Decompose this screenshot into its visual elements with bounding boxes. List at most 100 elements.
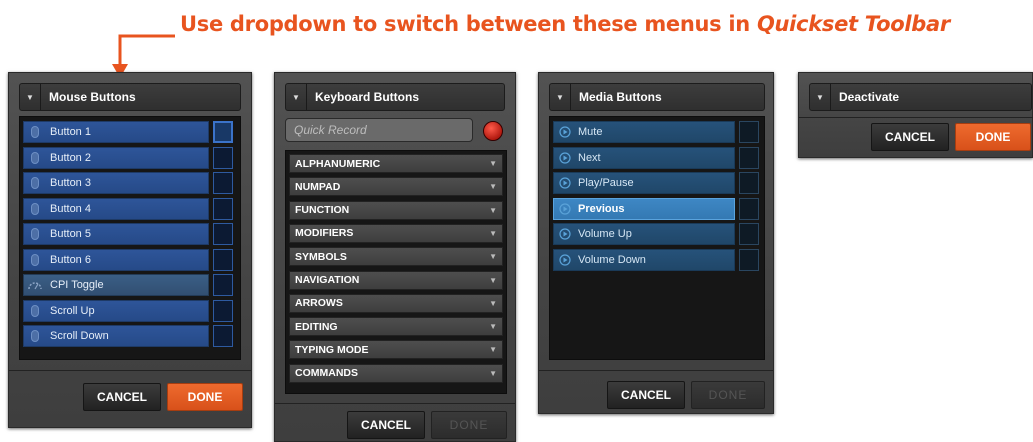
keyboard-buttons-panel: ▼ Keyboard Buttons Quick Record ALPHANUM…	[274, 72, 516, 442]
list-item[interactable]: Scroll Up	[23, 299, 233, 323]
key-category-label: ALPHANUMERIC	[295, 157, 381, 170]
list-item-label: Button 3	[50, 177, 91, 189]
done-button[interactable]: DONE	[955, 123, 1031, 151]
key-category-item[interactable]: COMMANDS ▼	[289, 363, 503, 383]
list-item[interactable]: CPI Toggle	[23, 273, 233, 297]
list-item-label: Volume Up	[578, 228, 632, 240]
list-item[interactable]: Previous	[553, 197, 759, 221]
key-category-label: FUNCTION	[295, 204, 350, 217]
key-category-item[interactable]: ARROWS ▼	[289, 293, 503, 313]
menu-dropdown[interactable]: ▼ Mouse Buttons	[19, 83, 241, 111]
list-item-label: Next	[578, 151, 601, 164]
list-item-button[interactable]: Next	[553, 146, 735, 169]
key-category-item[interactable]: TYPING MODE ▼	[289, 340, 503, 360]
expand-arrow-icon: ▼	[489, 159, 497, 168]
deactivate-panel: ▼ Deactivate CANCEL DONE	[798, 72, 1033, 158]
menu-dropdown[interactable]: ▼ Media Buttons	[549, 83, 765, 111]
list-item-button[interactable]: Volume Up	[553, 223, 735, 245]
assign-checkbox[interactable]	[213, 299, 233, 322]
key-category-item[interactable]: EDITING ▼	[289, 317, 503, 337]
list-item-button[interactable]: CPI Toggle	[23, 274, 209, 296]
list-item-button[interactable]: Button 6	[23, 248, 209, 271]
dropdown-arrow-icon: ▼	[550, 84, 571, 110]
list-item-button[interactable]: Button 1	[23, 121, 209, 143]
assign-checkbox[interactable]	[739, 223, 759, 245]
assign-checkbox[interactable]	[213, 274, 233, 296]
key-category-item[interactable]: SYMBOLS ▼	[289, 247, 503, 267]
key-category-label: COMMANDS	[295, 367, 358, 380]
cancel-button[interactable]: CANCEL	[347, 411, 425, 439]
list-item-button[interactable]: Scroll Down	[23, 325, 209, 347]
annotation-caption: Use dropdown to switch between these men…	[180, 12, 1030, 36]
assign-checkbox[interactable]	[739, 172, 759, 194]
assign-checkbox[interactable]	[213, 121, 233, 143]
annotation-emphasis: Quickset Toolbar	[756, 12, 950, 36]
menu-dropdown[interactable]: ▼ Keyboard Buttons	[285, 83, 505, 111]
list-item-label: Mute	[578, 126, 603, 138]
expand-arrow-icon: ▼	[489, 228, 497, 238]
assign-checkbox[interactable]	[739, 197, 759, 220]
key-category-item[interactable]: ALPHANUMERIC ▼	[289, 154, 503, 173]
cancel-button[interactable]: CANCEL	[607, 381, 685, 409]
list-item[interactable]: Next	[553, 146, 759, 170]
list-item[interactable]: Scroll Down	[23, 324, 233, 348]
list-item[interactable]: Play/Pause	[553, 171, 759, 195]
gauge-icon	[24, 280, 46, 290]
list-item-button[interactable]: Mute	[553, 121, 735, 143]
dropdown-arrow-icon: ▼	[20, 84, 41, 110]
key-category-label: NUMPAD	[295, 180, 341, 193]
key-category-label: MODIFIERS	[295, 227, 354, 240]
assign-checkbox[interactable]	[739, 248, 759, 271]
list-item[interactable]: Button 6	[23, 248, 233, 272]
key-category-item[interactable]: NAVIGATION ▼	[289, 270, 503, 290]
record-button[interactable]	[483, 121, 503, 141]
list-item[interactable]: Button 1	[23, 120, 233, 144]
assign-checkbox[interactable]	[213, 172, 233, 194]
mouse-icon	[24, 228, 46, 240]
done-button[interactable]: DONE	[167, 383, 243, 411]
key-category-item[interactable]: FUNCTION ▼	[289, 200, 503, 220]
expand-arrow-icon: ▼	[489, 368, 497, 378]
list-item[interactable]: Button 3	[23, 171, 233, 195]
list-item-button[interactable]: Button 2	[23, 146, 209, 169]
assign-checkbox[interactable]	[213, 325, 233, 347]
list-item[interactable]: Mute	[553, 120, 759, 144]
done-button[interactable]: DONE	[431, 411, 507, 439]
list-item-button[interactable]: Button 4	[23, 197, 209, 220]
list-item-button[interactable]: Scroll Up	[23, 299, 209, 322]
list-item-button[interactable]: Previous	[553, 197, 735, 220]
list-item-button[interactable]: Button 5	[23, 223, 209, 245]
list-item-button[interactable]: Volume Down	[553, 248, 735, 271]
list-item[interactable]: Button 5	[23, 222, 233, 246]
list-item[interactable]: Volume Up	[553, 222, 759, 246]
assign-checkbox[interactable]	[739, 146, 759, 169]
cancel-button[interactable]: CANCEL	[871, 123, 949, 151]
quick-record-input[interactable]: Quick Record	[285, 118, 473, 142]
mouse-icon	[24, 330, 46, 342]
key-category-item[interactable]: MODIFIERS ▼	[289, 223, 503, 243]
expand-arrow-icon: ▼	[489, 345, 497, 355]
key-category-item[interactable]: NUMPAD ▼	[289, 177, 503, 197]
mouse-icon	[24, 151, 46, 164]
list-item[interactable]: Button 2	[23, 146, 233, 170]
menu-dropdown[interactable]: ▼ Deactivate	[809, 83, 1032, 111]
assign-checkbox[interactable]	[213, 146, 233, 169]
assign-checkbox[interactable]	[213, 248, 233, 271]
list-item-label: Button 4	[50, 202, 91, 215]
mouse-icon	[24, 126, 46, 138]
list-item-label: Scroll Down	[50, 330, 109, 342]
media-buttons-panel: ▼ Media Buttons Mute Next Play/Pause Previo…	[538, 72, 774, 414]
list-item[interactable]: Button 4	[23, 197, 233, 221]
list-item-button[interactable]: Play/Pause	[553, 172, 735, 194]
assign-checkbox[interactable]	[213, 223, 233, 245]
list-item-label: Button 2	[50, 151, 91, 164]
list-item-button[interactable]: Button 3	[23, 172, 209, 194]
cancel-button[interactable]: CANCEL	[83, 383, 161, 411]
list-item[interactable]: Volume Down	[553, 248, 759, 272]
assign-checkbox[interactable]	[739, 121, 759, 143]
done-button[interactable]: DONE	[691, 381, 765, 409]
dropdown-label: Mouse Buttons	[49, 90, 136, 104]
dropdown-arrow-icon: ▼	[286, 84, 307, 110]
assign-checkbox[interactable]	[213, 197, 233, 220]
mouse-icon	[24, 202, 46, 215]
